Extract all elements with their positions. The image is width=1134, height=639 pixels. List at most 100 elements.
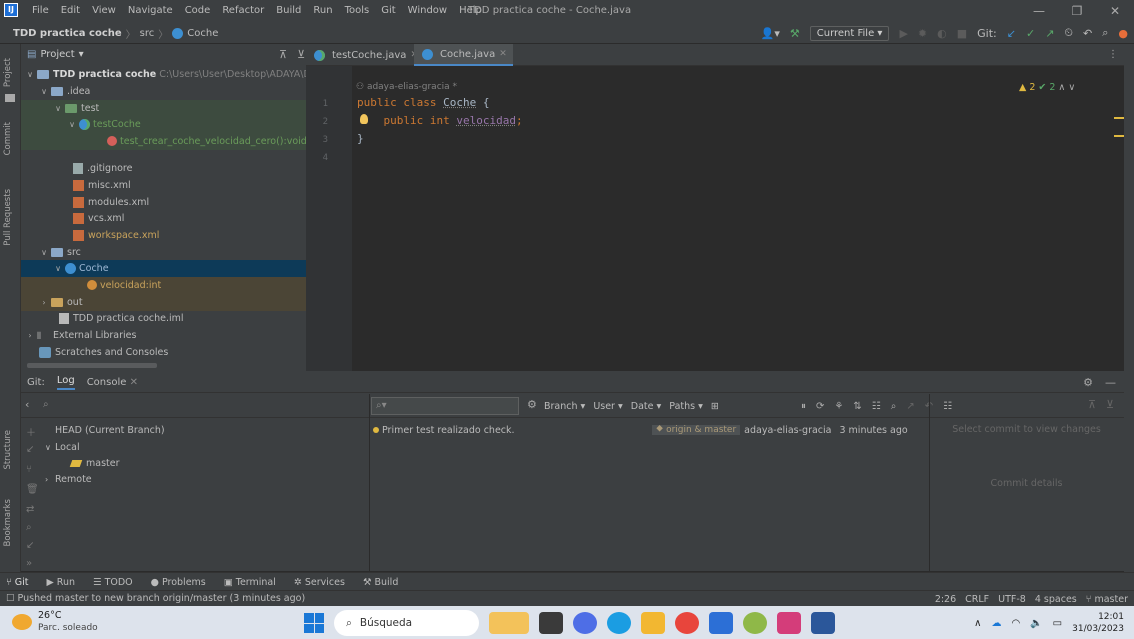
sort-icon[interactable]: ⇅ <box>853 401 861 412</box>
app-icon[interactable] <box>743 612 767 634</box>
menu-run[interactable]: Run <box>307 0 338 22</box>
tree-item-modules-xml[interactable]: modules.xml <box>21 194 352 211</box>
indent-setting[interactable]: 4 spaces <box>1035 594 1077 605</box>
expand-all-icon[interactable]: ⊼ <box>279 44 287 66</box>
git-commit-icon[interactable]: ✓ <box>1026 27 1035 40</box>
debug-icon[interactable]: ✹ <box>918 27 927 40</box>
warning-marker[interactable] <box>1114 117 1124 119</box>
task-view-icon[interactable] <box>539 612 563 634</box>
search-icon[interactable]: ⌕ <box>1102 26 1108 40</box>
more-icon[interactable]: » <box>26 558 32 569</box>
ide-update-icon[interactable]: ● <box>1118 27 1128 40</box>
chevron-left-icon[interactable]: ‹ <box>25 398 29 411</box>
menu-navigate[interactable]: Navigate <box>122 0 179 22</box>
widgets-icon[interactable] <box>489 612 529 634</box>
tree-item-gitignore[interactable]: .gitignore <box>21 160 352 177</box>
run-config-select[interactable]: Current File ▾ <box>809 25 890 41</box>
menu-file[interactable]: File <box>26 0 55 22</box>
expand-icon[interactable]: ☷ <box>943 401 952 412</box>
filter-paths[interactable]: Paths ▾ <box>669 401 703 412</box>
commit-row[interactable]: Primer test realizado check. ⯁ origin & … <box>370 422 928 438</box>
gear-icon[interactable]: ⚙ <box>527 398 537 411</box>
services-tool-button[interactable]: ✲ Services <box>294 577 345 588</box>
onedrive-icon[interactable]: ☁ <box>991 618 1001 629</box>
collapse-all-icon[interactable]: ⊻ <box>1106 398 1114 411</box>
tree-item-src[interactable]: ∨ src <box>21 244 352 261</box>
tree-item-vcs-xml[interactable]: vcs.xml <box>21 210 352 227</box>
git-push-icon[interactable]: ↗ <box>1045 27 1054 40</box>
menu-view[interactable]: View <box>86 0 122 22</box>
branch-master[interactable]: master <box>69 455 120 471</box>
search-icon[interactable]: ⌕ <box>891 401 897 412</box>
taskbar-search[interactable]: ⌕ Búsqueda <box>334 610 479 636</box>
coverage-icon[interactable]: ◐ <box>937 27 947 40</box>
horizontal-scrollbar[interactable] <box>27 363 157 368</box>
chevron-down-icon[interactable]: ∨ <box>1068 82 1075 93</box>
history-icon[interactable]: ⏲ <box>1064 26 1073 40</box>
code-line-2[interactable]: public int velocidad; <box>357 114 522 127</box>
branch-icon[interactable]: ⑂ <box>26 464 32 475</box>
tree-item-project-root[interactable]: ∨ TDD practica coche C:\Users\User\Deskt… <box>21 66 352 83</box>
pause-icon[interactable]: ⏸ <box>801 401 806 412</box>
new-tab-icon[interactable]: ⊞ <box>711 401 719 412</box>
windows-start-icon[interactable] <box>304 613 324 633</box>
git-tool-button[interactable]: ⑂ Git <box>6 577 28 588</box>
weather-widget[interactable]: 26°C Parc. soleado <box>12 610 98 634</box>
breadcrumb-src[interactable]: src <box>140 28 155 39</box>
bookmarks-tool-button[interactable]: Bookmarks <box>3 499 13 547</box>
close-tab-icon[interactable]: ✕ <box>130 377 138 388</box>
tree-item-idea[interactable]: ∨ .idea <box>21 83 352 100</box>
menu-refactor[interactable]: Refactor <box>216 0 270 22</box>
file-encoding[interactable]: UTF-8 <box>998 594 1026 605</box>
edge-icon[interactable] <box>607 612 631 634</box>
pull-requests-tool-button[interactable]: Pull Requests <box>3 189 13 246</box>
tree-item-misc-xml[interactable]: misc.xml <box>21 177 352 194</box>
run-icon[interactable]: ▶ <box>899 27 907 40</box>
cherry-pick-icon[interactable]: ⚘ <box>834 401 843 412</box>
menu-code[interactable]: Code <box>179 0 217 22</box>
file-explorer-icon[interactable] <box>641 612 665 634</box>
branch-group-local[interactable]: ∨ Local <box>45 439 80 455</box>
more-tabs-icon[interactable]: ⋮ <box>1108 44 1118 66</box>
mail-icon[interactable] <box>709 612 733 634</box>
tree-item-test-method[interactable]: test_crear_coche_velocidad_cero():void <box>21 133 352 150</box>
tab-console[interactable]: Console ✕ <box>87 377 138 388</box>
intention-bulb-icon[interactable] <box>360 114 368 124</box>
menu-edit[interactable]: Edit <box>55 0 86 22</box>
tree-item-test[interactable]: ∨ test <box>21 100 352 117</box>
chrome-icon[interactable] <box>675 612 699 634</box>
user-icon[interactable]: 👤▾ <box>761 27 780 40</box>
stop-icon[interactable]: ■ <box>957 27 967 40</box>
run-tool-button[interactable]: ▶ Run <box>46 577 75 588</box>
battery-icon[interactable]: ▭ <box>1053 618 1062 629</box>
gear-icon[interactable]: ⚙ <box>1083 376 1093 389</box>
diff-icon[interactable]: ↗ <box>906 401 914 412</box>
project-view-select[interactable]: ▤ Project ▾ <box>27 44 84 66</box>
menu-tools[interactable]: Tools <box>339 0 376 22</box>
search-icon[interactable]: ⌕ <box>26 522 32 533</box>
terminal-tool-button[interactable]: ▣ Terminal <box>224 577 276 588</box>
commit-search-input[interactable]: ⌕▾ <box>371 397 519 415</box>
branch-head[interactable]: HEAD (Current Branch) <box>55 422 165 438</box>
expand-all-icon[interactable]: ⊼ <box>1088 398 1096 411</box>
filter-branch[interactable]: Branch ▾ <box>544 401 585 412</box>
minimize-icon[interactable]: — <box>1020 0 1058 22</box>
tab-coche[interactable]: Coche.java ✕ <box>414 44 513 66</box>
update-icon[interactable]: ↙ <box>26 444 34 455</box>
caret-position[interactable]: 2:26 <box>935 594 956 605</box>
commit-tool-button[interactable]: Commit <box>3 122 13 155</box>
compare-icon[interactable]: ⇄ <box>26 504 34 515</box>
branch-search-input[interactable]: ⌕ <box>39 397 367 415</box>
editor-area[interactable] <box>352 44 1124 371</box>
tab-log[interactable]: Log <box>56 375 75 390</box>
tree-item-workspace-xml[interactable]: workspace.xml <box>21 227 352 244</box>
system-clock[interactable]: 12:01 31/03/2023 <box>1072 611 1124 635</box>
status-message[interactable]: ☐ Pushed master to new branch origin/mas… <box>6 591 305 607</box>
hide-icon[interactable]: — <box>1105 376 1116 389</box>
problems-tool-button[interactable]: ● Problems <box>151 577 206 588</box>
code-line-3[interactable]: } <box>357 132 364 145</box>
project-tool-button[interactable]: Project <box>3 58 13 87</box>
tree-item-out[interactable]: › out <box>21 294 352 311</box>
inspection-widget[interactable]: ▲ 2 ✔ 2 ∧ ∨ <box>1019 82 1075 93</box>
line-separator[interactable]: CRLF <box>965 594 989 605</box>
